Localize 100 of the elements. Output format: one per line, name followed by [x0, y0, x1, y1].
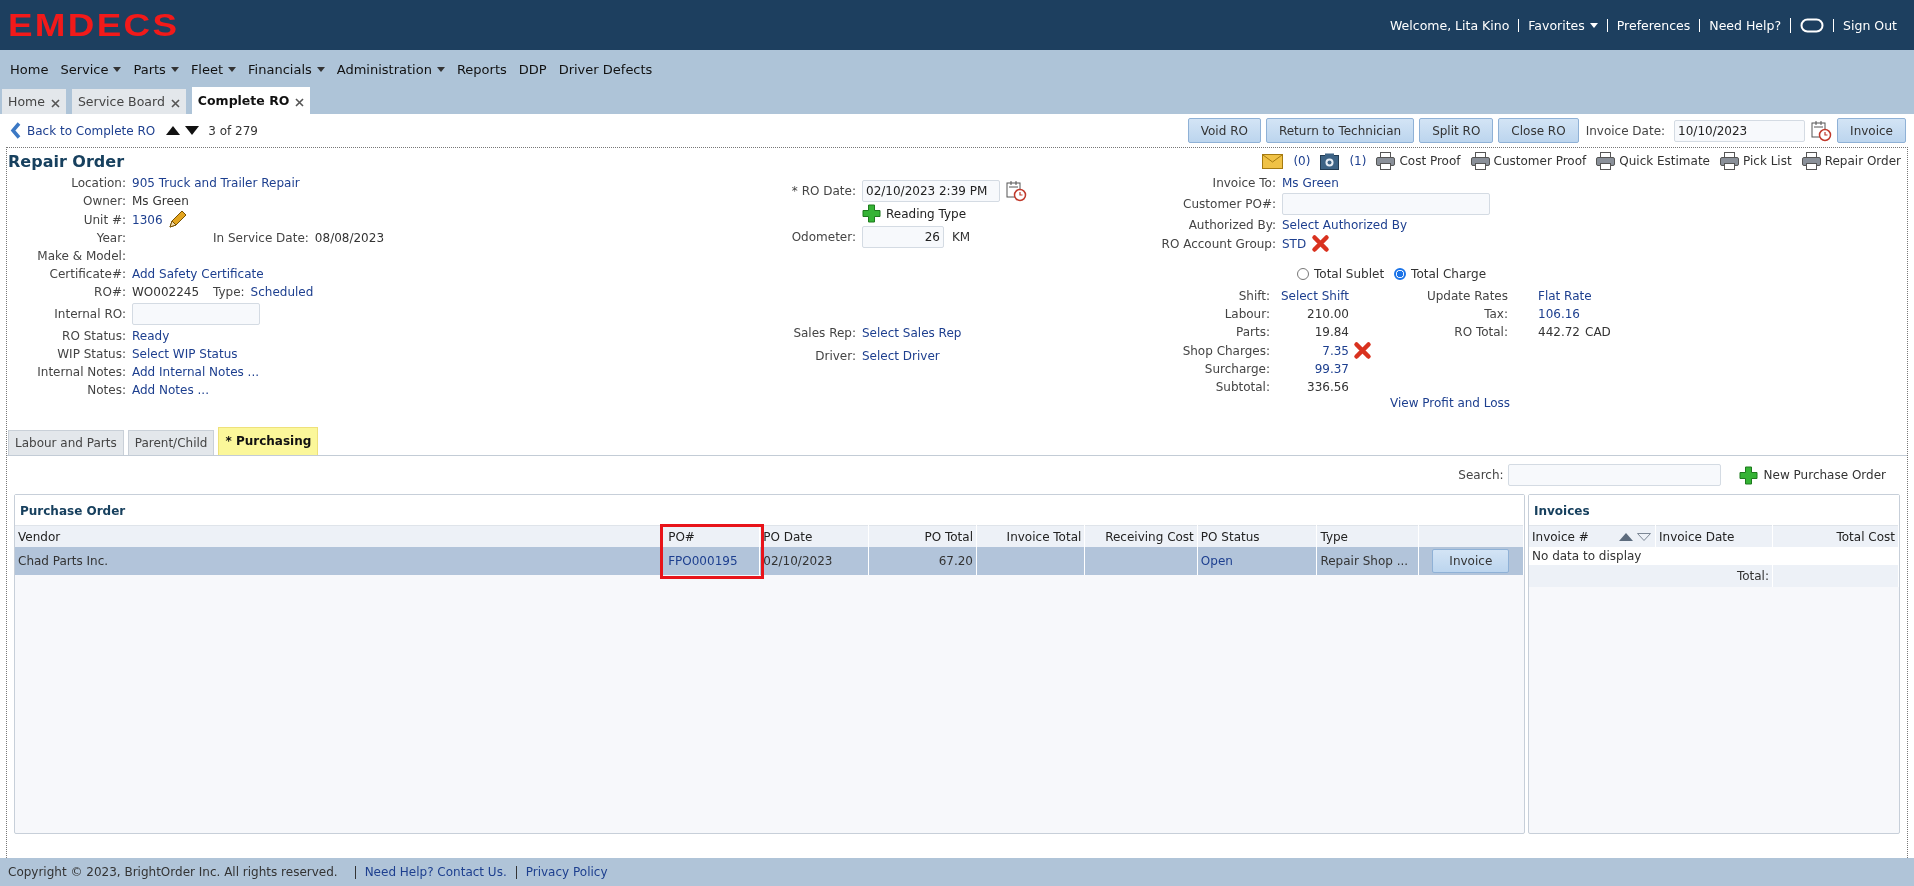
field-label: Internal Notes:	[37, 365, 126, 379]
field-link[interactable]: 1306	[132, 212, 163, 227]
search-field[interactable]	[1507, 464, 1721, 486]
printer-icon[interactable]	[1720, 152, 1739, 170]
column-header: Invoice Date	[1659, 529, 1735, 544]
close-icon[interactable]	[170, 99, 180, 108]
radio-option[interactable]: Total Sublet	[1297, 267, 1385, 281]
tab[interactable]: * Purchasing	[218, 427, 319, 455]
column-header: Invoice #	[1532, 529, 1589, 544]
menu-item[interactable]: Driver Defects	[552, 61, 659, 77]
header-link[interactable]: Preferences	[1616, 18, 1691, 32]
menu-item[interactable]: Financials	[242, 61, 331, 77]
input-field[interactable]	[132, 303, 260, 325]
table-cell: Chad Parts Inc.	[18, 554, 109, 568]
field-value: 336.56	[1307, 380, 1349, 394]
field-link[interactable]: Ms Green	[1282, 176, 1339, 190]
field-link[interactable]: 99.37	[1314, 362, 1349, 376]
action-button[interactable]: Close RO	[1498, 118, 1579, 143]
date-field[interactable]: 10/10/2023	[1674, 119, 1806, 142]
field-link[interactable]: Add Notes ...	[132, 383, 209, 397]
tab[interactable]: Complete RO	[191, 87, 311, 114]
header-link[interactable]: Need Help?	[1709, 18, 1782, 32]
menu-item[interactable]: Administration	[330, 61, 451, 77]
footer-link[interactable]: Privacy Policy	[515, 865, 617, 879]
tab[interactable]: Labour and Parts	[8, 430, 124, 455]
delete-icon[interactable]	[1353, 341, 1372, 360]
menu-item[interactable]: Service	[54, 61, 128, 77]
print-link[interactable]: Pick List	[1743, 154, 1792, 168]
up-arrow-icon[interactable]	[166, 126, 181, 135]
field-link[interactable]: Select Driver	[862, 348, 940, 363]
print-link[interactable]: Repair Order	[1824, 154, 1901, 168]
envelope-icon[interactable]	[1262, 153, 1284, 169]
field-link[interactable]: Select Sales Rep	[862, 325, 962, 340]
field-link[interactable]: 106.16	[1538, 305, 1580, 323]
table-row[interactable]: Chad Parts Inc. FPO000195 02/10/2023 67.20 Open Repair Shop ... Invoice	[15, 547, 1524, 575]
tab[interactable]: Home	[2, 89, 66, 114]
back-link[interactable]: Back to Complete RO	[27, 123, 156, 138]
field-link[interactable]: Scheduled	[250, 285, 314, 299]
menu-item[interactable]: Reports	[450, 61, 513, 77]
printer-icon[interactable]	[1596, 152, 1616, 170]
pencil-icon[interactable]	[167, 210, 187, 229]
print-link[interactable]: Customer Proof	[1493, 154, 1587, 168]
printer-icon[interactable]	[1376, 152, 1396, 170]
field-link[interactable]: Select Shift	[1280, 289, 1349, 303]
menu-item[interactable]: DDP	[512, 61, 553, 77]
print-link[interactable]: Quick Estimate	[1619, 154, 1710, 168]
menu-item[interactable]: Fleet	[184, 61, 243, 77]
menu-item[interactable]: Home	[4, 61, 55, 77]
action-button[interactable]: Return to Technician	[1265, 118, 1415, 143]
menu-item[interactable]: Parts	[127, 61, 185, 77]
action-button[interactable]: Split RO	[1419, 118, 1494, 143]
delete-icon[interactable]	[1311, 234, 1331, 253]
add-link[interactable]: Reading Type	[886, 206, 967, 221]
field-label: Certificate#:	[49, 267, 126, 281]
action-button[interactable]: Void RO	[1187, 118, 1261, 143]
calendar-icon[interactable]	[1005, 179, 1027, 202]
field-link[interactable]: Ready	[132, 329, 170, 343]
header-link[interactable]: Sign Out	[1843, 18, 1897, 32]
field-link[interactable]: Add Internal Notes ...	[132, 365, 260, 379]
rate-link[interactable]: Flat Rate	[1508, 287, 1628, 305]
field-link[interactable]: Select Authorized By	[1282, 218, 1407, 232]
invoice-button[interactable]: Invoice	[1837, 118, 1906, 143]
field-label: Invoice Date:	[1585, 123, 1666, 138]
print-link[interactable]: Cost Proof	[1399, 154, 1461, 168]
back-icon[interactable]	[10, 122, 22, 139]
favorites-menu[interactable]: Favorites	[1528, 18, 1585, 32]
camera-icon[interactable]	[1320, 152, 1340, 170]
close-icon[interactable]	[295, 98, 305, 107]
count-link[interactable]: (0)	[1293, 154, 1311, 168]
field-link[interactable]: 7.35	[1322, 343, 1349, 358]
close-icon[interactable]	[50, 99, 60, 108]
field-label: Search:	[1458, 468, 1504, 482]
field-link[interactable]: Add Safety Certificate	[132, 267, 264, 281]
table-link[interactable]: Open	[1200, 554, 1233, 568]
tab[interactable]: Parent/Child	[127, 430, 215, 455]
input-field[interactable]	[1282, 193, 1490, 215]
field-label: Unit #:	[83, 212, 126, 227]
radio-option[interactable]: Total Charge	[1394, 267, 1486, 281]
footer-link[interactable]: Need Help? Contact Us.	[354, 865, 516, 879]
date-field[interactable]: 02/10/2023 2:39 PM	[862, 179, 1000, 202]
rate-link[interactable]: Update Rates	[1375, 287, 1508, 305]
calendar-icon[interactable]	[1810, 119, 1833, 142]
field-label: Labour:	[1223, 306, 1271, 323]
new-purchase-order-link[interactable]: New Purchase Order	[1738, 465, 1886, 485]
section-title: Purchase Order	[15, 495, 1524, 525]
plus-icon[interactable]	[862, 204, 881, 223]
down-arrow-icon[interactable]	[185, 126, 200, 135]
printer-icon[interactable]	[1470, 152, 1490, 170]
chat-icon[interactable]	[1800, 17, 1825, 33]
field-link[interactable]: STD	[1282, 236, 1307, 251]
invoice-button[interactable]: Invoice	[1432, 549, 1510, 573]
field-link[interactable]: 905 Truck and Trailer Repair	[132, 176, 300, 190]
field-link[interactable]: Select WIP Status	[132, 347, 238, 361]
sort-icon[interactable]	[1618, 531, 1652, 542]
tab[interactable]: Service Board	[71, 89, 186, 114]
profit-link[interactable]: View Profit and Loss	[1390, 396, 1511, 410]
printer-icon[interactable]	[1801, 152, 1821, 170]
count-link[interactable]: (1)	[1349, 154, 1367, 168]
input-field[interactable]: 26	[862, 225, 944, 248]
field-label: Customer PO#:	[1183, 197, 1276, 211]
